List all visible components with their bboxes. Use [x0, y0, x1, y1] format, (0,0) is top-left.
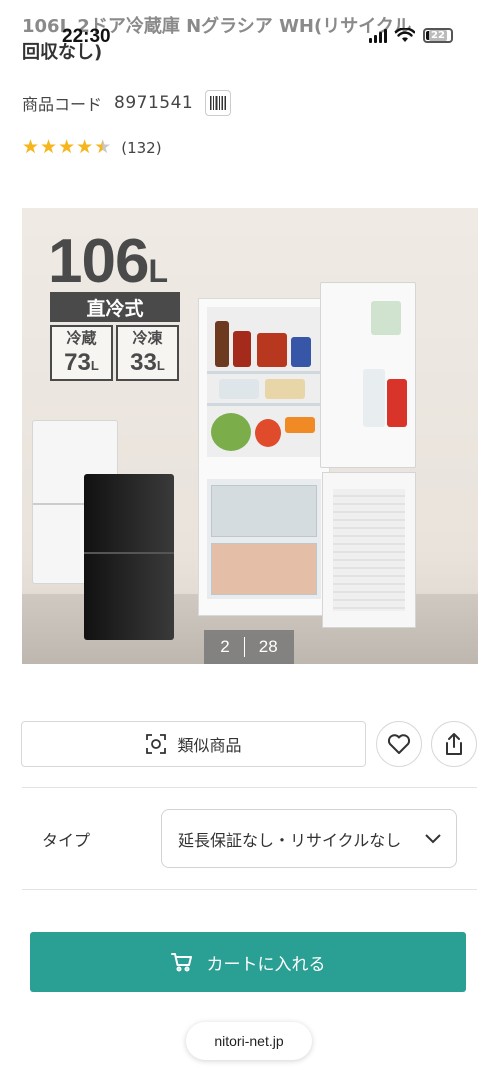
review-count[interactable]: (132)	[121, 139, 161, 157]
barcode-icon	[210, 96, 227, 110]
black-fridge-image	[84, 474, 174, 640]
product-code-label: 商品コード	[22, 95, 103, 114]
share-icon	[446, 733, 462, 755]
image-total: 28	[258, 637, 278, 656]
product-code-value: 8971541	[114, 93, 194, 113]
star-icon: ★	[76, 136, 94, 158]
rating-stars: ★ ★ ★ ★ ★	[22, 138, 111, 157]
type-select-value: 延長保証なし・リサイクルなし	[178, 830, 402, 850]
browser-url-bar[interactable]: nitori-net.jp	[186, 1022, 312, 1060]
similar-products-label: 類似商品	[177, 736, 242, 755]
divider	[22, 889, 477, 890]
image-index: 2	[220, 637, 230, 656]
heart-icon	[387, 734, 411, 754]
add-to-cart-button[interactable]: カートに入れる	[30, 932, 466, 992]
divider	[22, 787, 477, 788]
capacity-text: 106L	[48, 227, 168, 296]
chevron-down-icon	[425, 833, 441, 843]
signal-icon	[369, 28, 387, 43]
type-label: タイプ	[42, 831, 91, 850]
wifi-icon	[395, 28, 415, 42]
open-fridge-image	[198, 298, 330, 616]
fridge-door-image	[320, 282, 416, 468]
freezer-door-image	[322, 472, 416, 628]
status-icons: 22	[369, 28, 453, 43]
star-icon: ★	[40, 136, 58, 158]
type-select[interactable]: 延長保証なし・リサイクルなし	[161, 809, 457, 868]
compartment-capacities: 冷蔵 73L 冷凍 33L	[50, 325, 179, 381]
share-button[interactable]	[431, 721, 477, 767]
rating[interactable]: ★ ★ ★ ★ ★ (132)	[22, 138, 162, 157]
favorite-button[interactable]	[376, 721, 422, 767]
product-code: 商品コード 8971541	[22, 90, 232, 116]
image-search-icon	[146, 734, 167, 754]
similar-products-button[interactable]: 類似商品	[21, 721, 366, 767]
star-icon: ★	[22, 136, 40, 158]
status-time: 22:30	[62, 26, 111, 47]
cooling-type: 直冷式	[50, 292, 180, 322]
freezer-capacity: 冷凍 33L	[116, 325, 179, 381]
battery-level: 22	[429, 30, 447, 41]
image-counter: 2 28	[204, 630, 294, 664]
star-half-icon: ★	[94, 136, 112, 158]
star-icon: ★	[58, 136, 76, 158]
fridge-capacity: 冷蔵 73L	[50, 325, 113, 381]
add-to-cart-label: カートに入れる	[206, 954, 326, 975]
product-image[interactable]: 106L 直冷式 冷蔵 73L 冷凍 33L 2 28	[22, 208, 478, 664]
barcode-button[interactable]	[205, 90, 232, 116]
cart-icon	[170, 953, 192, 972]
battery-icon: 22	[423, 28, 453, 43]
